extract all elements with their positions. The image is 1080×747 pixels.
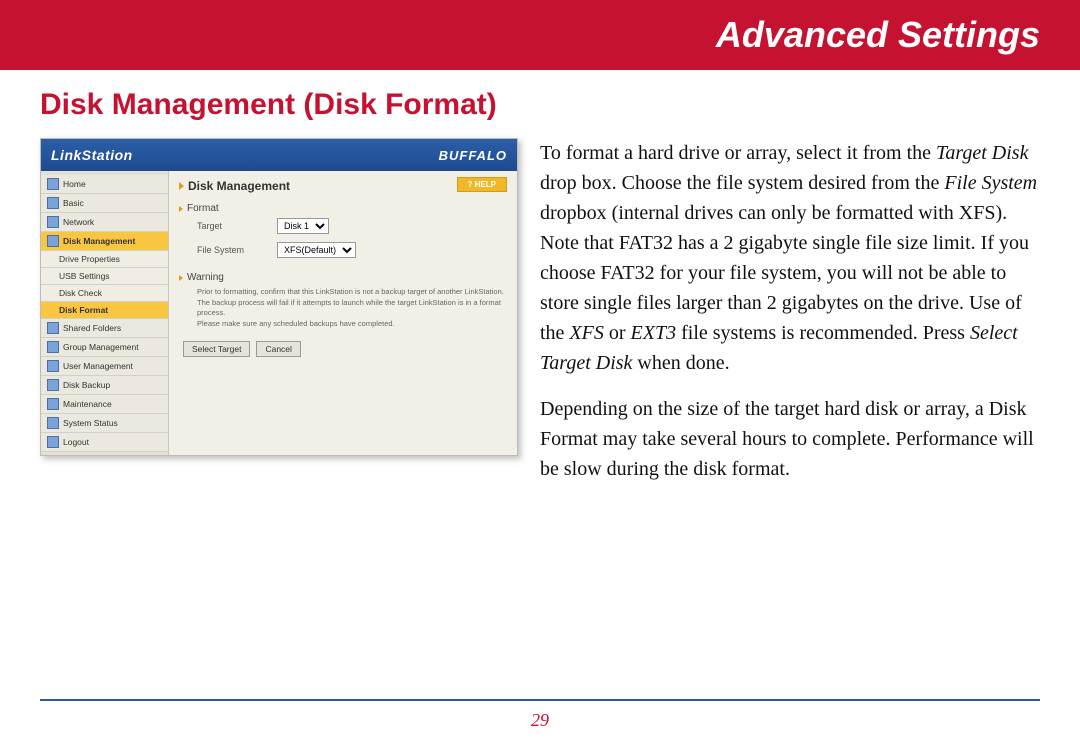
footer-rule <box>40 699 1040 701</box>
screenshot-header: LinkStation BUFFALO <box>41 139 517 171</box>
target-disk-select[interactable]: Disk 1 <box>277 218 329 234</box>
nav-item-disk-management[interactable]: Disk Management <box>41 232 168 251</box>
nav-icon <box>47 322 59 334</box>
nav-item-label: Shared Folders <box>63 323 121 333</box>
button-row: Select Target Cancel <box>179 333 507 357</box>
cancel-button[interactable]: Cancel <box>256 341 300 357</box>
nav-item-label: Disk Backup <box>63 380 110 390</box>
help-button[interactable]: ? HELP <box>457 177 507 192</box>
screenshot-figure: LinkStation BUFFALO Home Basic Network Disk… <box>40 138 518 456</box>
nav-icon <box>47 398 59 410</box>
screenshot-sidebar: Home Basic Network Disk Management Drive Pro… <box>41 171 169 455</box>
nav-icon <box>47 197 59 209</box>
nav-item-system-status[interactable]: System Status <box>41 414 168 433</box>
section-heading: Disk Management (Disk Format) <box>40 88 497 122</box>
format-section-label: Format <box>179 203 507 214</box>
body-text: To format a hard drive or array, select … <box>540 138 1040 500</box>
screenshot-main: Disk Management ? HELP Format Target Dis… <box>169 171 517 455</box>
page-number: 29 <box>0 710 1080 731</box>
filesystem-label: File System <box>197 245 257 255</box>
nav-item-usb-settings[interactable]: USB Settings <box>41 268 168 285</box>
nav-icon <box>47 341 59 353</box>
nav-item-label: Drive Properties <box>59 254 120 264</box>
nav-item-group-management[interactable]: Group Management <box>41 338 168 357</box>
nav-item-network[interactable]: Network <box>41 213 168 232</box>
nav-item-label: Disk Management <box>63 236 135 246</box>
nav-item-label: Logout <box>63 437 89 447</box>
nav-item-disk-backup[interactable]: Disk Backup <box>41 376 168 395</box>
nav-item-basic[interactable]: Basic <box>41 194 168 213</box>
nav-item-logout[interactable]: Logout <box>41 433 168 452</box>
nav-icon <box>47 379 59 391</box>
nav-item-label: Maintenance <box>63 399 112 409</box>
nav-item-disk-check[interactable]: Disk Check <box>41 285 168 302</box>
target-label: Target <box>197 221 257 231</box>
nav-item-home[interactable]: Home <box>41 175 168 194</box>
nav-item-label: System Status <box>63 418 118 428</box>
nav-icon <box>47 436 59 448</box>
nav-item-maintenance[interactable]: Maintenance <box>41 395 168 414</box>
nav-icon <box>47 360 59 372</box>
nav-item-drive-properties[interactable]: Drive Properties <box>41 251 168 268</box>
warning-text: Prior to formatting, confirm that this L… <box>179 283 507 333</box>
nav-item-label: Home <box>63 179 86 189</box>
nav-item-label: Network <box>63 217 94 227</box>
nav-item-user-management[interactable]: User Management <box>41 357 168 376</box>
nav-item-disk-format[interactable]: Disk Format <box>41 302 168 319</box>
document-page: Advanced Settings Disk Management (Disk … <box>0 0 1080 747</box>
nav-icon <box>47 235 59 247</box>
nav-item-label: Basic <box>63 198 84 208</box>
nav-icon <box>47 178 59 190</box>
linkstation-logo: LinkStation <box>51 147 133 163</box>
nav-item-label: Disk Check <box>59 288 102 298</box>
select-target-button[interactable]: Select Target <box>183 341 250 357</box>
warning-section-label: Warning <box>179 272 507 283</box>
paragraph-2: Depending on the size of the target hard… <box>540 394 1040 484</box>
banner: Advanced Settings <box>0 0 1080 70</box>
filesystem-row: File System XFS(Default) <box>179 238 507 262</box>
nav-icon <box>47 417 59 429</box>
nav-item-label: User Management <box>63 361 133 371</box>
nav-item-label: USB Settings <box>59 271 110 281</box>
banner-title: Advanced Settings <box>716 14 1040 56</box>
filesystem-select[interactable]: XFS(Default) <box>277 242 356 258</box>
nav-item-label: Group Management <box>63 342 139 352</box>
nav-item-shared-folders[interactable]: Shared Folders <box>41 319 168 338</box>
target-row: Target Disk 1 <box>179 214 507 238</box>
buffalo-brand: BUFFALO <box>439 148 507 163</box>
nav-icon <box>47 216 59 228</box>
nav-item-label: Disk Format <box>59 305 108 315</box>
screenshot-body: Home Basic Network Disk Management Drive Pro… <box>41 171 517 455</box>
paragraph-1: To format a hard drive or array, select … <box>540 138 1040 378</box>
